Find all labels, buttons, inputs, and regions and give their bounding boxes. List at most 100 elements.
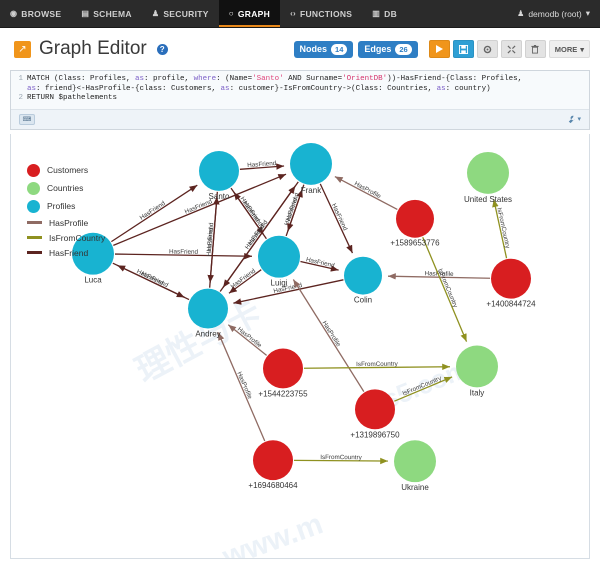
user-icon: ♟ [152,10,159,18]
legend-item-profiles: Profiles [27,200,105,213]
edge-label: HasProfile [235,370,253,400]
nav-item-schema[interactable]: ▤ SCHEMA [71,0,142,27]
nav-label-browse: BROWSE [21,9,61,19]
edge-label: HasFriend [305,256,335,269]
edge-label: HasFriend [247,159,277,168]
code-icon: ‹› [290,10,296,18]
edges-count: 26 [395,44,411,55]
node-label: Andrey [195,329,220,338]
nodes-badge[interactable]: Nodes 14 [294,41,354,58]
line-number-1: 1 [11,75,23,85]
q-l1-where: where [194,75,217,83]
nav-item-graph[interactable]: ○ GRAPH [219,0,280,27]
graph-node[interactable] [456,345,498,387]
graph-node[interactable] [253,440,293,480]
share-arrow-icon: ↗ [14,41,31,58]
q-l2-as2: as [221,85,230,93]
chevron-down-icon: ▾ [586,8,590,19]
graph-node[interactable] [199,150,239,190]
q-l1-and: AND [284,75,307,83]
user-menu-label: demodb (root) [528,9,581,19]
node-label: United States [464,194,512,203]
circle-icon: ○ [229,10,234,18]
nav-label-schema: SCHEMA [93,9,132,19]
graph-legend: Customers Countries Profiles HasProfile … [27,164,105,258]
q-l2-b: : customer}-IsFromCountry->(Class: Count… [230,85,437,93]
edges-badge[interactable]: Edges 26 [358,41,417,58]
graph-node[interactable] [188,288,228,328]
wrench-icon [567,115,576,124]
node-label: Santo [209,191,230,200]
graph-node[interactable] [263,348,303,388]
user-icon: ♟ [517,10,524,18]
legend-label: Customers [47,165,88,175]
floppy-disk-icon [459,45,468,54]
graph-canvas[interactable]: 理性与卡 www.m s5.com HasFriendHasFriendHasF… [10,134,590,559]
legend-label: HasFriend [49,248,88,258]
wrench-menu[interactable]: ▾ [567,115,581,124]
edge-label: HasProfile [321,319,343,348]
edge-label: HasFriend [139,199,167,221]
node-label: Ukraine [401,483,429,492]
settings-button[interactable] [477,40,498,58]
q-l1-orient: 'OrientDB' [342,75,387,83]
help-icon[interactable]: ? [157,44,168,55]
edge-label: IsFromCountry [320,453,362,460]
user-menu[interactable]: ♟ demodb (root) ▾ [517,0,600,27]
node-layer[interactable]: SantoFrankLucaLuigiColinAndreyUnited Sta… [72,142,536,491]
graph-node[interactable] [355,389,395,429]
edge-label: HasProfile [353,180,382,200]
delete-button[interactable] [525,40,546,58]
node-label: Italy [470,388,485,397]
legend-swatch [27,251,42,254]
nav-label-security: SECURITY [163,9,208,19]
edge-label: IsFromCountry [495,207,511,250]
node-label: +1589653776 [390,238,440,247]
query-code-area[interactable]: 1 2 MATCH (Class: Profiles, as: profile,… [11,71,589,109]
edge-label: HasFriend [169,248,199,255]
nav-item-browse[interactable]: ◉ BROWSE [0,0,71,27]
legend-swatch [27,182,40,195]
graph-node[interactable] [258,235,300,277]
fullscreen-button[interactable] [501,40,522,58]
nav-label-functions: FUNCTIONS [300,9,352,19]
query-text[interactable]: MATCH (Class: Profiles, as: profile, whe… [27,75,528,104]
line-numbers: 1 2 [11,75,27,104]
q-l1-b: : profile, [144,75,194,83]
chevron-down-icon: ▾ [577,115,581,123]
legend-label: Profiles [47,201,75,211]
more-button[interactable]: MORE ▾ [549,40,590,58]
edge-label: HasFriend [230,267,258,290]
query-editor[interactable]: 1 2 MATCH (Class: Profiles, as: profile,… [10,70,590,130]
page-title: Graph Editor [39,38,147,60]
edge-label: IsFromCountry [356,360,399,367]
nav-item-db[interactable]: ▥ DB [362,0,407,27]
header-actions: Nodes 14 Edges 26 [294,40,590,58]
node-label: Luca [84,275,102,284]
nav-item-functions[interactable]: ‹› FUNCTIONS [280,0,362,27]
graph-node[interactable] [394,440,436,482]
run-button[interactable] [429,40,450,58]
node-label: Luigi [271,278,288,287]
legend-label: Countries [47,183,83,193]
toolbar-buttons: MORE ▾ [429,40,590,58]
save-button[interactable] [453,40,474,58]
edge-label: HasProfile [236,325,263,349]
legend-swatch [27,200,40,213]
q-l1-e: ))-HasFriend-{Class: Profiles, [387,75,522,83]
legend-item-isfromcountry: IsFromCountry [27,233,105,243]
nav-item-security[interactable]: ♟ SECURITY [142,0,219,27]
graph-node[interactable] [290,142,332,184]
table-icon: ▤ [81,10,89,18]
graph-node[interactable] [344,256,382,294]
graph-node[interactable] [467,151,509,193]
legend-item-hasprofile: HasProfile [27,218,105,228]
keyboard-icon[interactable]: ⌨ [19,114,35,125]
legend-item-customers: Customers [27,164,105,177]
edges-label: Edges [364,44,391,54]
q-l2-c: : country) [446,85,491,93]
legend-swatch [27,236,42,239]
trash-icon [531,45,539,54]
graph-node[interactable] [396,199,434,237]
graph-node[interactable] [491,258,531,298]
